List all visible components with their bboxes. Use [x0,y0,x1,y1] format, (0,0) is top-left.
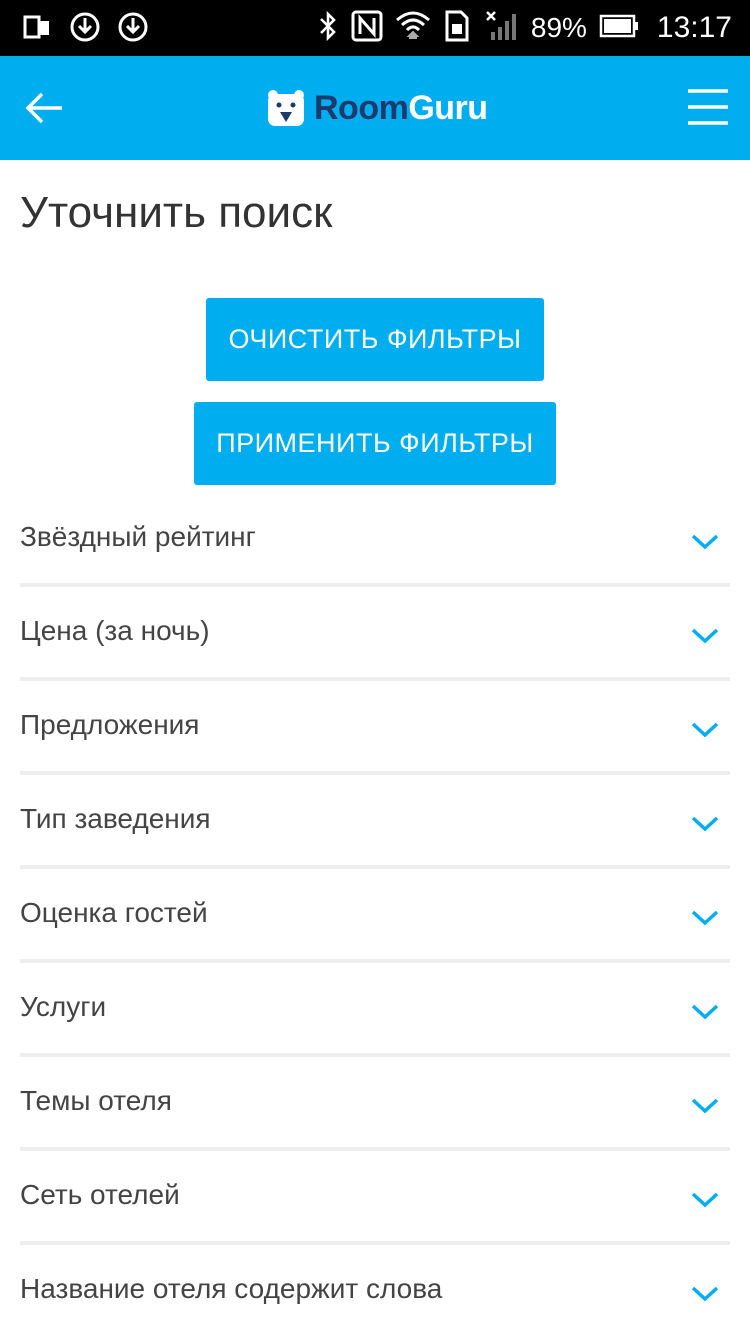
logo-text: RoomGuru [314,89,488,128]
chevron-down-icon [691,816,719,832]
clock: 13:17 [656,11,732,44]
filter-label: Услуги [20,991,107,1022]
wifi-icon [395,10,431,47]
download-icon [68,10,102,44]
filter-deals[interactable]: Предложения [20,681,730,775]
chevron-down-icon [691,722,719,738]
filter-amenities[interactable]: Услуги [20,963,730,1057]
signal-icon [485,10,519,47]
filter-hotel-chain[interactable]: Сеть отелей [20,1151,730,1245]
logo-text-guru: Guru [408,88,488,127]
roomguru-logo[interactable]: RoomGuru [266,84,488,132]
battery-percent: 89% [530,12,587,43]
status-bar-right-icons: ! 89% 13:17 [317,8,732,48]
bear-logo-icon [268,90,304,126]
filter-price[interactable]: Цена (за ночь) [20,587,730,681]
chevron-down-icon [691,1286,719,1302]
page-title: Уточнить поиск [20,188,333,237]
filter-label: Название отеля содержит слова [20,1273,443,1304]
sim-icon: ! [443,10,473,47]
screen-mirror-icon [20,10,54,44]
chevron-down-icon [691,628,719,644]
filter-hotel-name[interactable]: Название отеля содержит слова [20,1245,730,1333]
nfc-icon [351,10,383,47]
filter-list: Звёздный рейтинг Цена (за ночь) Предложе… [20,493,730,1333]
chevron-down-icon [691,1192,719,1208]
filter-guest-rating[interactable]: Оценка гостей [20,869,730,963]
filter-label: Предложения [20,709,200,740]
apply-filters-button[interactable]: ПРИМЕНИТЬ ФИЛЬТРЫ [194,402,556,485]
status-bar: ! 89% 13:17 [0,0,750,56]
logo-text-room: Room [314,88,409,127]
app-header: RoomGuru [0,56,750,160]
chevron-down-icon [691,1004,719,1020]
filter-label: Сеть отелей [20,1179,180,1210]
hamburger-menu-icon [688,89,728,125]
filter-label: Темы отеля [20,1085,172,1116]
battery-icon [599,14,639,43]
filter-property-type[interactable]: Тип заведения [20,775,730,869]
filter-star-rating[interactable]: Звёздный рейтинг [20,493,730,587]
filter-label: Оценка гостей [20,897,208,928]
menu-button[interactable] [686,82,730,132]
chevron-down-icon [691,910,719,926]
back-button[interactable] [20,84,68,132]
chevron-down-icon [691,1098,719,1114]
filter-label: Тип заведения [20,803,211,834]
filter-label: Цена (за ночь) [20,615,210,646]
filter-hotel-themes[interactable]: Темы отеля [20,1057,730,1151]
bluetooth-icon [317,10,339,47]
svg-text:!: ! [465,27,469,42]
clear-filters-button[interactable]: ОЧИСТИТЬ ФИЛЬТРЫ [206,298,544,381]
status-bar-left-icons [20,10,150,44]
filter-label: Звёздный рейтинг [20,521,256,552]
sync-icon [116,10,150,44]
arrow-left-icon [25,92,62,124]
chevron-down-icon [691,534,719,550]
